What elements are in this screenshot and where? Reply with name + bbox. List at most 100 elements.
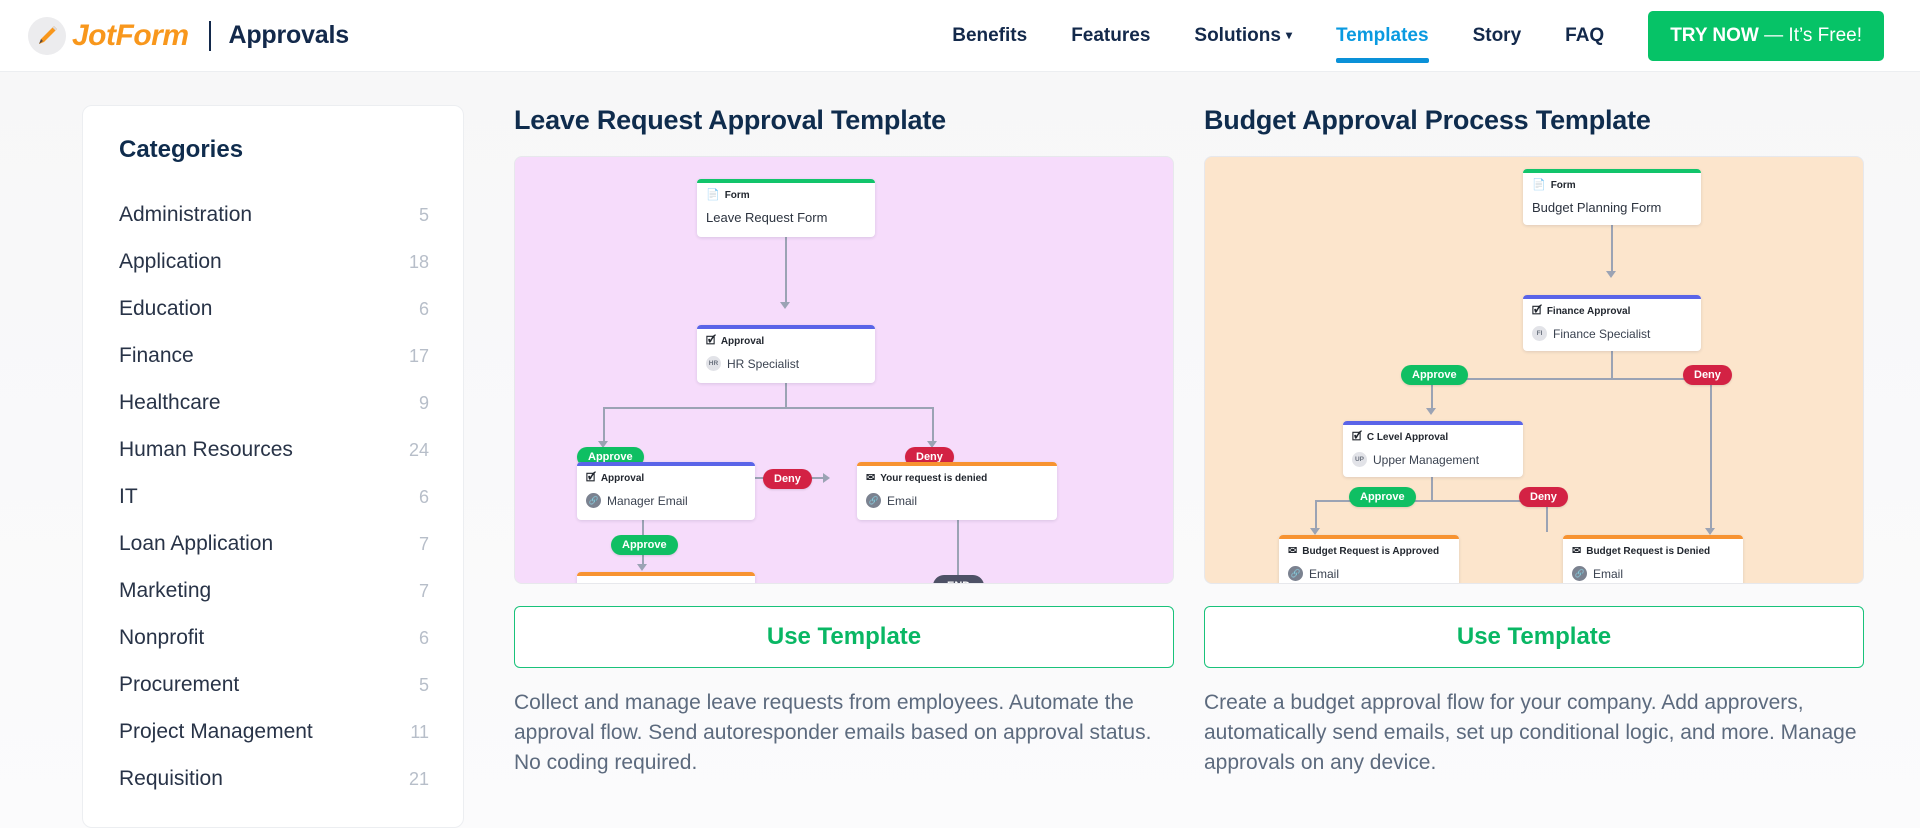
node-type-label: Budget Request is Denied (1586, 546, 1711, 557)
avatar: FI (1532, 326, 1547, 341)
sidebar-item-administration[interactable]: Administration 5 (119, 192, 429, 239)
nav-label: Solutions (1194, 24, 1281, 46)
use-template-button-leave-request[interactable]: Use Template (514, 606, 1174, 668)
flow-node-form[interactable]: 📄 Form Budget Planning Form (1523, 169, 1701, 225)
sidebar-item-it[interactable]: IT 6 (119, 474, 429, 521)
nav-item-story[interactable]: Story (1451, 1, 1544, 71)
category-label: Application (119, 250, 222, 273)
categories-sidebar: Categories Administration 5 Application … (82, 105, 464, 828)
main-nav: Benefits Features Solutions ▾ Templates S… (930, 1, 1884, 71)
sidebar-item-nonprofit[interactable]: Nonprofit 6 (119, 615, 429, 662)
node-header: ✉ Budget Request is Denied (1572, 546, 1734, 558)
connector (785, 382, 787, 408)
flow-node-email-denied[interactable]: ✉ Budget Request is Denied 🔗 Email (1563, 535, 1743, 583)
template-preview-budget-approval[interactable]: 📄 Form Budget Planning Form 🗹 Finance Ap… (1204, 156, 1864, 584)
node-type-label: Finance Approval (1546, 306, 1631, 317)
node-body: 🔗 Email (1572, 566, 1734, 581)
template-preview-leave-request[interactable]: 📄 Form Leave Request Form 🗹 Approval HR … (514, 156, 1174, 584)
category-count: 7 (418, 580, 429, 601)
node-type-label: Your request is denied (880, 473, 988, 484)
sidebar-item-procurement[interactable]: Procurement 5 (119, 662, 429, 709)
branch-pill-deny: Deny (1683, 365, 1732, 385)
brand-divider (208, 20, 211, 51)
node-type-label: C Level Approval (1366, 432, 1449, 443)
node-type-label: Approval (600, 473, 645, 484)
templates-grid: Leave Request Approval Template 📄 Form L… (464, 105, 1920, 828)
connector (603, 407, 605, 445)
flow-node-finance-approval[interactable]: 🗹 Finance Approval FI Finance Specialist (1523, 295, 1701, 351)
sidebar-heading: Categories (119, 136, 244, 163)
sidebar-item-project-management[interactable]: Project Management 11 (119, 709, 429, 756)
arrow-head (1606, 271, 1616, 278)
flow-node-approval-manager[interactable]: 🗹 Approval 🔗 Manager Email (577, 462, 755, 520)
node-accent-bar (577, 572, 755, 576)
category-count: 6 (418, 486, 429, 507)
node-header: 📄 Form (706, 189, 866, 202)
category-label: IT (119, 485, 138, 508)
category-label: Healthcare (119, 391, 221, 414)
nav-item-solutions[interactable]: Solutions ▾ (1172, 1, 1314, 71)
category-count: 11 (410, 721, 429, 742)
branch-pill-approve-lower: Approve (611, 535, 678, 555)
brand-lockup[interactable]: JotForm Approvals (28, 16, 349, 55)
node-accent-bar (577, 462, 755, 466)
nav-label: Features (1071, 24, 1151, 46)
nav-item-features[interactable]: Features (1049, 1, 1172, 71)
approval-icon: 🗹 (706, 335, 716, 347)
cta-bold-text: TRY NOW (1670, 24, 1759, 46)
node-body: 🔗 Manager Email (586, 493, 746, 508)
node-accent-bar (1523, 295, 1701, 299)
node-body: HR HR Specialist (706, 356, 866, 371)
nav-item-faq[interactable]: FAQ (1543, 1, 1626, 71)
envelope-icon: ✉ (586, 583, 595, 584)
category-count: 17 (408, 345, 429, 366)
category-label: Administration (119, 203, 253, 226)
try-now-button[interactable]: TRY NOW — It’s Free! (1648, 10, 1884, 61)
nav-item-benefits[interactable]: Benefits (930, 1, 1049, 71)
pencil-icon (28, 16, 66, 55)
sidebar-item-healthcare[interactable]: Healthcare 9 (119, 380, 429, 427)
approval-icon: 🗹 (586, 472, 596, 484)
node-value: Finance Specialist (1553, 326, 1651, 341)
sidebar-item-marketing[interactable]: Marketing 7 (119, 568, 429, 615)
avatar: UP (1352, 452, 1367, 467)
sidebar-item-human-resources[interactable]: Human Resources 24 (119, 427, 429, 474)
category-label: Finance (119, 344, 194, 367)
sidebar-item-finance[interactable]: Finance 17 (119, 333, 429, 380)
connector (1431, 477, 1433, 501)
flow-node-approval-hr[interactable]: 🗹 Approval HR HR Specialist (697, 325, 875, 383)
nav-label: Story (1472, 24, 1522, 46)
node-value: Email (1309, 566, 1340, 581)
branch-pill-approve-lower: Approve (1349, 487, 1416, 507)
flow-node-email-approved[interactable]: ✉ Your request is approved 🔗 Email (577, 572, 755, 584)
document-icon: 📄 (1532, 179, 1546, 191)
category-count: 21 (408, 768, 429, 789)
node-header: ✉ Your request is denied (866, 473, 1048, 485)
node-header: 🗹 Approval (706, 335, 866, 348)
connector (1431, 378, 1711, 380)
document-icon: 📄 (706, 189, 720, 201)
sidebar-item-education[interactable]: Education 6 (119, 286, 429, 333)
flow-diagram: 📄 Form Budget Planning Form 🗹 Finance Ap… (1205, 157, 1863, 583)
use-template-button-budget-approval[interactable]: Use Template (1204, 606, 1864, 668)
arrow-head (1705, 528, 1715, 535)
branch-pill-deny-mid: Deny (763, 469, 812, 489)
flow-node-email-approved[interactable]: ✉ Budget Request is Approved 🔗 Email (1279, 535, 1459, 583)
sidebar-item-application[interactable]: Application 18 (119, 239, 429, 286)
node-header: ✉ Budget Request is Approved (1288, 546, 1450, 558)
template-title: Leave Request Approval Template (514, 105, 946, 135)
node-value: Manager Email (607, 493, 688, 508)
flow-node-form[interactable]: 📄 Form Leave Request Form (697, 179, 875, 237)
flow-node-c-level-approval[interactable]: 🗹 C Level Approval UP Upper Management (1343, 421, 1523, 477)
arrow-head (1310, 528, 1320, 535)
template-description: Collect and manage leave requests from e… (514, 691, 1152, 774)
category-label: Nonprofit (119, 626, 205, 649)
nav-item-templates[interactable]: Templates (1314, 1, 1451, 71)
avatar: HR (706, 356, 721, 371)
sidebar-item-requisition[interactable]: Requisition 21 (119, 756, 429, 803)
node-accent-bar (697, 179, 875, 183)
chevron-down-icon: ▾ (1285, 27, 1292, 42)
approval-icon: 🗹 (1352, 431, 1362, 443)
sidebar-item-loan-application[interactable]: Loan Application 7 (119, 521, 429, 568)
flow-node-email-denied[interactable]: ✉ Your request is denied 🔗 Email (857, 462, 1057, 520)
